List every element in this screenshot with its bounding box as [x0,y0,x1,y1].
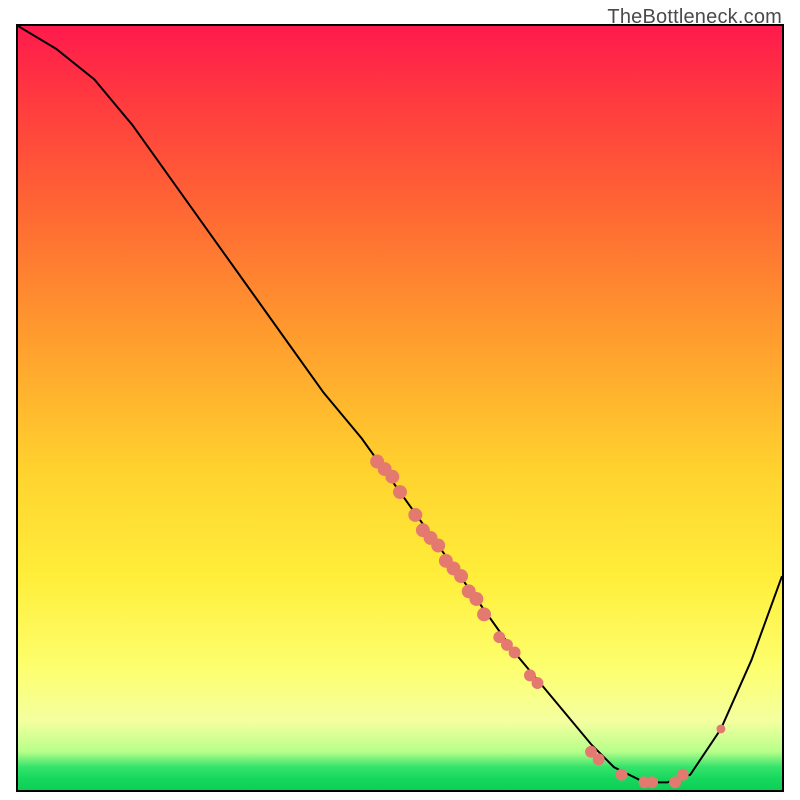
chart-points-group [370,455,725,789]
chart-point [716,724,725,733]
chart-point [532,677,544,689]
chart-point [677,769,689,781]
chart-point [509,647,521,659]
chart-point [393,485,407,499]
chart-frame [16,24,784,792]
chart-point [646,776,658,788]
chart-point [616,769,628,781]
chart-curve [18,26,782,782]
chart-point [431,539,445,553]
chart-point [469,592,483,606]
chart-point [593,753,605,765]
chart-point [408,508,422,522]
chart-point [454,569,468,583]
chart-point [477,607,491,621]
chart-point [385,470,399,484]
chart-overlay [18,26,782,790]
